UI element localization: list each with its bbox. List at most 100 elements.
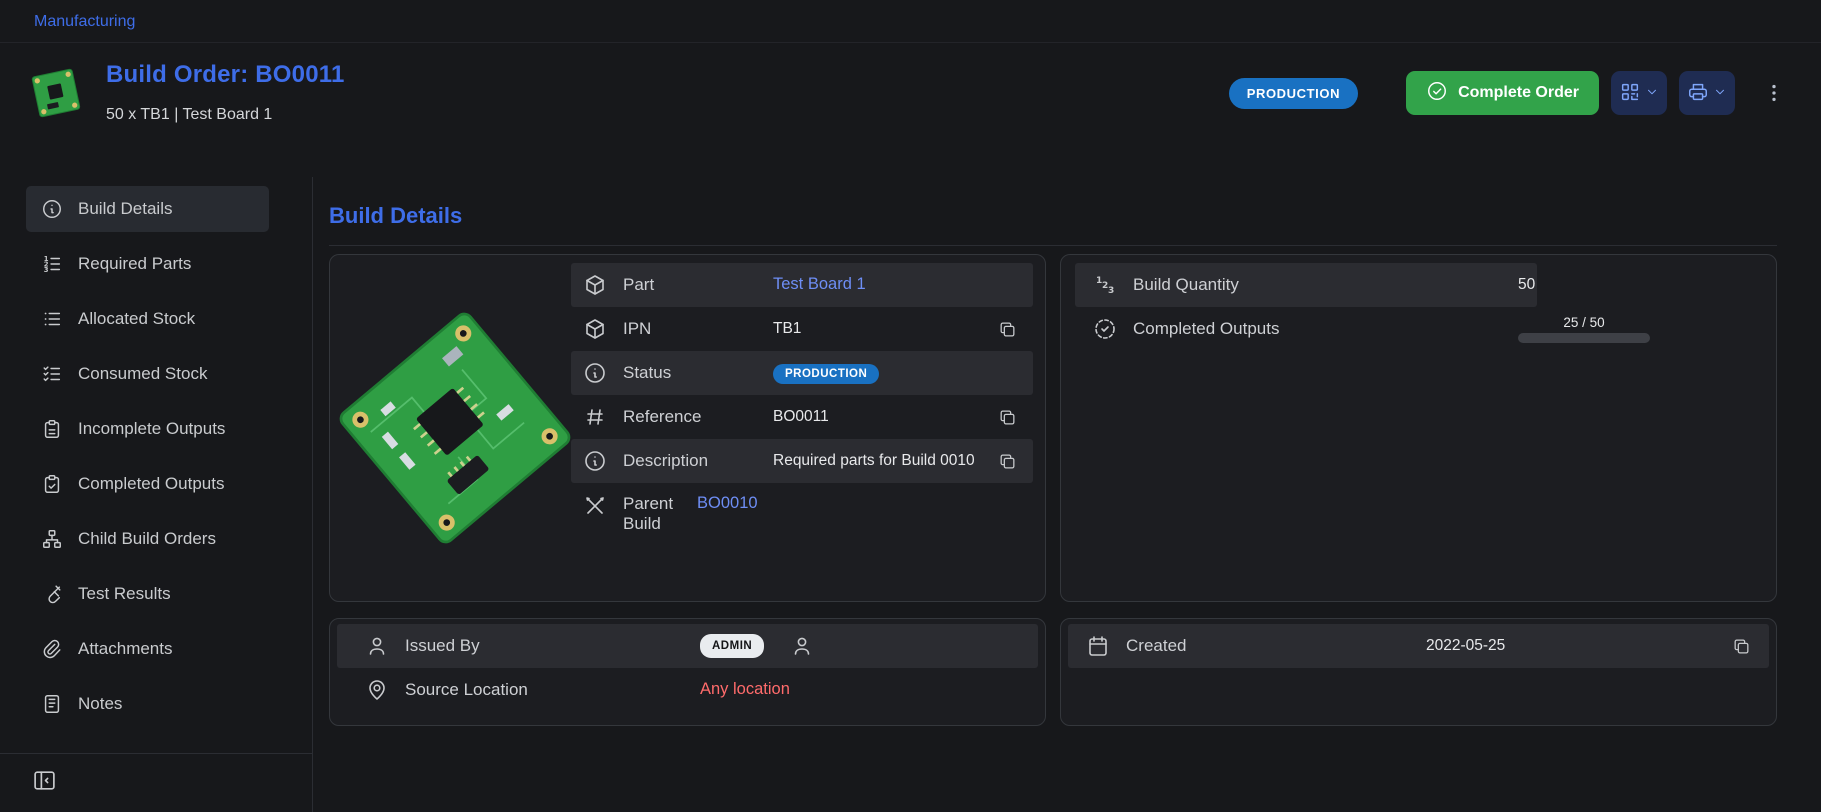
status-value-cell: PRODUCTION	[773, 362, 1021, 384]
detail-row-source-location: Source Location Any location	[337, 668, 1038, 712]
panel-title: Build Details	[329, 203, 1777, 229]
clipboard-list-icon	[40, 417, 64, 441]
list-numbers-icon: 123	[40, 252, 64, 276]
sidebar-item-label: Completed Outputs	[78, 474, 224, 494]
chevron-down-icon	[1713, 85, 1727, 102]
complete-order-label: Complete Order	[1458, 84, 1579, 102]
ipn-value: TB1	[773, 318, 983, 340]
sidebar-item-required-parts[interactable]: 123 Required Parts	[26, 241, 269, 287]
sidebar-item-completed-outputs[interactable]: Completed Outputs	[26, 461, 269, 507]
breadcrumb-manufacturing-link[interactable]: Manufacturing	[34, 13, 135, 30]
printer-icon	[1687, 81, 1709, 106]
page-subtitle: 50 x TB1 | Test Board 1	[106, 106, 345, 124]
build-quantity-value: 50	[1518, 274, 1523, 296]
copy-button[interactable]	[993, 315, 1021, 343]
sidebar-collapse-button[interactable]	[30, 766, 59, 798]
chevron-down-icon	[1645, 85, 1659, 102]
sidebar-item-label: Attachments	[78, 639, 173, 659]
detail-label: Description	[623, 451, 773, 471]
svg-text:3: 3	[44, 266, 49, 274]
main-content: Build Details	[313, 177, 1821, 812]
page-title: Build Order: BO0011	[106, 61, 345, 89]
map-pin-icon	[365, 678, 389, 702]
dots-vertical-menu-button[interactable]	[1757, 71, 1791, 115]
description-value: Required parts for Build 0010	[773, 450, 983, 472]
breadcrumb: Manufacturing	[0, 0, 1821, 43]
sidebar-item-label: Child Build Orders	[78, 529, 216, 549]
issued-by-value: ADMIN	[700, 634, 1026, 658]
title-block: Build Order: BO0011 50 x TB1 | Test Boar…	[106, 61, 345, 124]
details-grid: Part Test Board 1 IPN TB1	[329, 254, 1777, 726]
detail-row-parent-build: Parent Build BO0010	[571, 483, 1033, 538]
detail-label: Parent Build	[623, 494, 697, 534]
info-circle-icon	[40, 197, 64, 221]
build-order-page: Manufacturing Build Order: BO0011 50 x T…	[0, 0, 1821, 812]
detail-row-part: Part Test Board 1	[571, 263, 1033, 307]
detail-row-description: Description Required parts for Build 001…	[571, 439, 1033, 483]
test-pipe-icon	[40, 582, 64, 606]
created-value: 2022-05-25	[1426, 635, 1717, 657]
print-actions-button[interactable]	[1679, 71, 1735, 115]
qr-code-icon	[1619, 81, 1641, 106]
copy-button[interactable]	[1727, 632, 1755, 660]
barcode-actions-button[interactable]	[1611, 71, 1667, 115]
build-details-table: Part Test Board 1 IPN TB1	[571, 263, 1033, 593]
title-divider	[329, 245, 1777, 246]
detail-row-completed-outputs: Completed Outputs 25 / 50	[1075, 307, 1537, 351]
sidebar-item-label: Required Parts	[78, 254, 191, 274]
sidebar-item-consumed-stock[interactable]: Consumed Stock	[26, 351, 269, 397]
dates-panel: Created 2022-05-25	[1060, 618, 1777, 726]
sitemap-icon	[40, 527, 64, 551]
numbers-123-icon: 123	[1093, 273, 1117, 297]
clipboard-check-icon	[40, 472, 64, 496]
part-image[interactable]	[338, 263, 571, 593]
info-circle-icon	[583, 449, 607, 473]
sidebar-item-label: Notes	[78, 694, 122, 714]
reference-value: BO0011	[773, 406, 983, 428]
user-icon	[790, 634, 814, 658]
copy-button[interactable]	[993, 403, 1021, 431]
sidebar-item-allocated-stock[interactable]: Allocated Stock	[26, 296, 269, 342]
box-icon	[583, 273, 607, 297]
detail-label: Build Quantity	[1133, 275, 1518, 295]
sidebar-item-build-details[interactable]: Build Details	[26, 186, 269, 232]
sidebar-footer	[0, 753, 312, 812]
page-header: Build Order: BO0011 50 x TB1 | Test Boar…	[0, 43, 1821, 177]
detail-row-build-quantity: 123 Build Quantity 50	[1075, 263, 1537, 307]
sidebar-item-test-results[interactable]: Test Results	[26, 571, 269, 617]
parent-build-link[interactable]: BO0010	[697, 492, 1021, 515]
sidebar-item-child-build-orders[interactable]: Child Build Orders	[26, 516, 269, 562]
issue-panel: Issued By ADMIN Source Location	[329, 618, 1046, 726]
sidebar: Build Details 123 Required Parts	[0, 177, 313, 812]
calendar-icon	[1086, 634, 1110, 658]
owner-badge: ADMIN	[700, 634, 764, 658]
page-body: Build Details 123 Required Parts	[0, 177, 1821, 812]
detail-label: Reference	[623, 407, 773, 427]
circle-check-icon	[1426, 80, 1448, 107]
sidebar-item-label: Allocated Stock	[78, 309, 195, 329]
user-icon	[365, 634, 389, 658]
progress-bar	[1518, 333, 1650, 343]
detail-label: Issued By	[405, 636, 700, 656]
status-badge: PRODUCTION	[1229, 78, 1358, 109]
hash-icon	[583, 405, 607, 429]
paperclip-icon	[40, 637, 64, 661]
build-details-panel: Part Test Board 1 IPN TB1	[329, 254, 1046, 602]
complete-order-button[interactable]: Complete Order	[1406, 71, 1599, 115]
notes-icon	[40, 692, 64, 716]
list-icon	[40, 307, 64, 331]
detail-row-reference: Reference BO0011	[571, 395, 1033, 439]
sidebar-item-incomplete-outputs[interactable]: Incomplete Outputs	[26, 406, 269, 452]
progress-label: 25 / 50	[1518, 315, 1650, 330]
detail-row-status: Status PRODUCTION	[571, 351, 1033, 395]
sidebar-item-label: Test Results	[78, 584, 171, 604]
crossed-tools-icon	[583, 494, 607, 518]
sidebar-item-notes[interactable]: Notes	[26, 681, 269, 727]
sidebar-item-attachments[interactable]: Attachments	[26, 626, 269, 672]
build-quantities-panel: 123 Build Quantity 50 Completed Outputs	[1060, 254, 1777, 602]
copy-button[interactable]	[993, 447, 1021, 475]
part-link[interactable]: Test Board 1	[773, 273, 1021, 296]
part-thumbnail-image	[30, 67, 82, 119]
sidebar-item-label: Incomplete Outputs	[78, 419, 225, 439]
quantities-table: 123 Build Quantity 50 Completed Outputs	[1075, 263, 1537, 351]
